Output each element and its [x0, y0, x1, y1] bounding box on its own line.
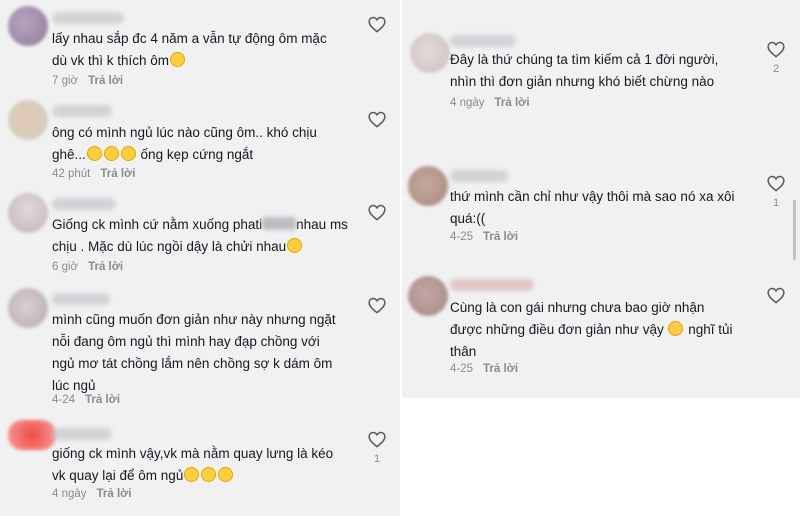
heart-icon	[767, 41, 785, 58]
like-button[interactable]: 1	[766, 175, 786, 209]
username-blurred[interactable]	[52, 428, 112, 440]
avatar[interactable]	[8, 420, 56, 450]
like-button[interactable]	[367, 297, 387, 314]
grinning-emoji	[184, 467, 200, 482]
username-blurred[interactable]	[52, 198, 116, 210]
grinning-sweat-emoji	[170, 52, 186, 67]
comment-meta: 7 giờ Trả lời	[52, 75, 123, 87]
like-button[interactable]	[766, 287, 786, 304]
heart-icon	[368, 431, 386, 448]
like-button[interactable]	[367, 111, 387, 128]
avatar[interactable]	[410, 33, 450, 73]
heart-icon	[368, 204, 386, 221]
avatar[interactable]	[408, 166, 448, 206]
grinning-sweat-emoji	[120, 146, 136, 161]
comment-time: 4-24	[52, 394, 76, 406]
comment-text: Đây là thứ chúng ta tìm kiếm cả 1 đời ng…	[450, 52, 719, 89]
like-button[interactable]: 1	[367, 431, 387, 465]
comment-meta: 4 ngày Trả lời	[52, 488, 132, 500]
comment-time: 6 giờ	[52, 261, 79, 273]
comment-meta: 4-25 Trả lời	[450, 363, 518, 375]
reply-button[interactable]: Trả lời	[97, 488, 132, 500]
comment-time: 4-25	[450, 231, 474, 243]
reply-button[interactable]: Trả lời	[483, 363, 518, 375]
pleading-face-emoji	[668, 321, 684, 336]
username-blurred[interactable]	[450, 170, 508, 182]
blurred-word	[262, 217, 297, 230]
username-blurred[interactable]	[52, 293, 110, 305]
comment-time: 42 phút	[52, 168, 91, 180]
reply-button[interactable]: Trả lời	[88, 261, 123, 273]
comment-time: 7 giờ	[52, 75, 79, 87]
comment-time: 4-25	[450, 363, 474, 375]
grinning-sweat-emoji	[103, 146, 119, 161]
reply-button[interactable]: Trả lời	[483, 231, 518, 243]
comment-meta: 6 giờ Trả lời	[52, 261, 123, 273]
comment-meta: 4-24 Trả lời	[52, 394, 120, 406]
reply-button[interactable]: Trả lời	[100, 168, 135, 180]
avatar[interactable]	[408, 276, 448, 316]
avatar[interactable]	[8, 100, 48, 140]
grinning-emoji	[201, 467, 217, 482]
username-blurred[interactable]	[450, 35, 516, 47]
avatar[interactable]	[8, 6, 48, 46]
comment-time: 4 ngày	[52, 488, 87, 500]
heart-icon	[368, 16, 386, 33]
comment-text: thứ mình cần chỉ như vậy thôi mà sao nó …	[450, 189, 735, 226]
avatar[interactable]	[8, 193, 48, 233]
grinning-sweat-emoji	[86, 146, 102, 161]
like-count: 1	[772, 197, 780, 209]
heart-icon	[368, 297, 386, 314]
grinning-sweat-emoji	[287, 238, 303, 253]
comment-meta: 4 ngày Trả lời	[450, 97, 530, 109]
like-button[interactable]	[367, 204, 387, 221]
like-button[interactable]	[367, 16, 387, 33]
comment-text: giống ck mình vậy,vk mà nằm quay lưng là…	[52, 446, 334, 483]
comment-text: mình cũng muốn đơn giản như này nhưng ng…	[52, 312, 336, 393]
heart-icon	[767, 175, 785, 192]
comment-text: lấy nhau sắp đc 4 năm a vẫn tự động ôm m…	[52, 31, 327, 68]
comment-meta: 42 phút Trả lời	[52, 168, 135, 180]
comment-text: Cùng là con gái nhưng chưa bao giờ nhận …	[450, 300, 733, 359]
comment-meta: 4-25 Trả lời	[450, 231, 518, 243]
username-blurred[interactable]	[450, 279, 534, 291]
scrollbar[interactable]	[793, 200, 796, 260]
right-comments-panel: Đây là thứ chúng ta tìm kiếm cả 1 đời ng…	[402, 0, 800, 398]
left-comments-panel: lấy nhau sắp đc 4 năm a vẫn tự động ôm m…	[0, 0, 400, 516]
like-button[interactable]: 2	[766, 41, 786, 75]
reply-button[interactable]: Trả lời	[88, 75, 123, 87]
comment-text: Giống ck mình cứ nằm xuống phati nhau ms …	[52, 217, 348, 254]
like-count: 1	[373, 453, 381, 465]
comment-time: 4 ngày	[450, 97, 485, 109]
grinning-emoji	[218, 467, 234, 482]
username-blurred[interactable]	[52, 105, 112, 117]
username-blurred[interactable]	[52, 12, 124, 24]
avatar[interactable]	[8, 288, 48, 328]
comment-text: ông có mình ngủ lúc nào cũng ôm.. khó ch…	[52, 125, 317, 162]
reply-button[interactable]: Trả lời	[85, 394, 120, 406]
heart-icon	[767, 287, 785, 304]
heart-icon	[368, 111, 386, 128]
like-count: 2	[772, 63, 780, 75]
reply-button[interactable]: Trả lời	[495, 97, 530, 109]
